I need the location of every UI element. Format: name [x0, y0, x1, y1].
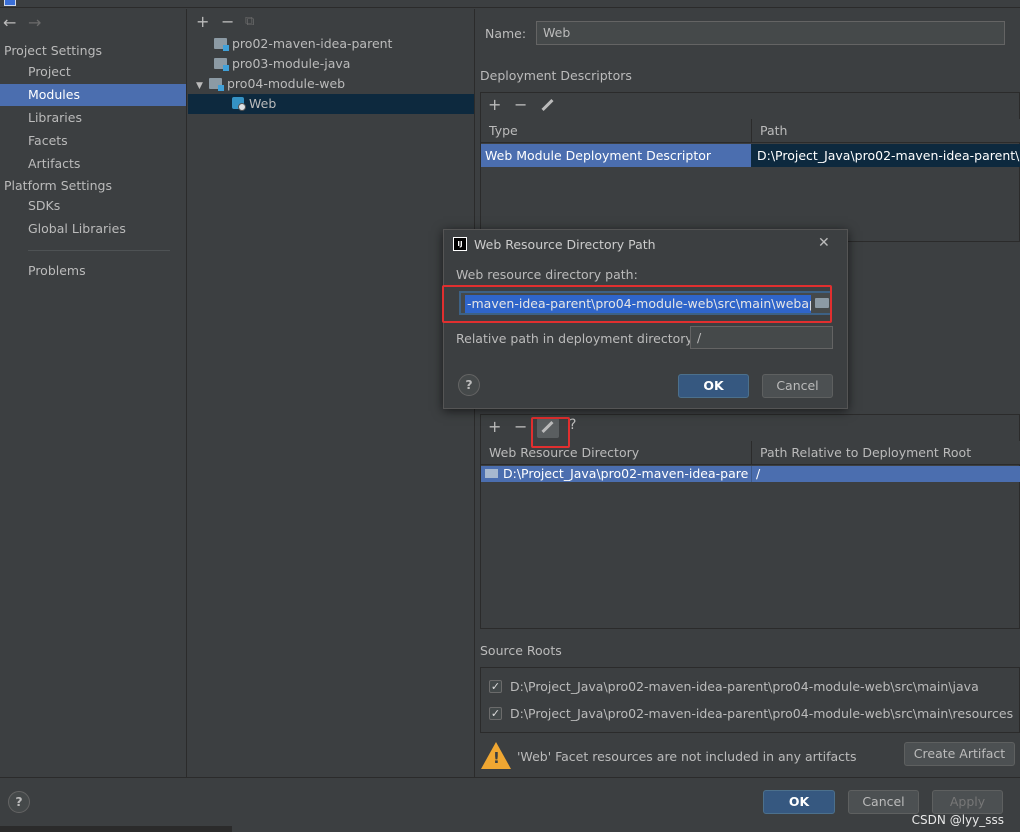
sidebar-item-global-libraries[interactable]: Global Libraries	[0, 218, 186, 240]
forward-arrow-icon[interactable]: →	[28, 13, 41, 32]
web-resource-path-cell: /	[751, 466, 1020, 482]
folder-icon	[485, 469, 498, 478]
dialog-ok-button[interactable]: OK	[678, 374, 749, 398]
web-facet-icon	[232, 97, 246, 111]
name-field[interactable]: Web	[536, 21, 1005, 45]
tree-item-pro03[interactable]: pro03-module-java	[188, 54, 474, 74]
source-root-checkbox[interactable]: ✓	[489, 680, 502, 693]
warning-icon	[481, 742, 511, 769]
column-header-relative-path[interactable]: Path Relative to Deployment Root	[751, 441, 1020, 465]
tree-item-pro04[interactable]: ▼ pro04-module-web	[188, 74, 474, 94]
sidebar-item-libraries[interactable]: Libraries	[0, 107, 186, 129]
sidebar-item-sdks[interactable]: SDKs	[0, 195, 186, 217]
tree-item-label: Web	[249, 96, 277, 111]
sidebar-item-project[interactable]: Project	[0, 61, 186, 83]
relative-path-field[interactable]: /	[690, 326, 833, 349]
add-module-button[interactable]: +	[196, 12, 209, 31]
sidebar-item-facets[interactable]: Facets	[0, 130, 186, 152]
sidebar-divider	[28, 250, 170, 251]
create-artifact-button[interactable]: Create Artifact	[904, 742, 1015, 766]
module-folder-icon	[214, 38, 229, 51]
name-label: Name:	[485, 26, 527, 41]
chevron-down-icon[interactable]: ▼	[196, 76, 209, 96]
intellij-icon: IJ	[453, 237, 467, 251]
table-row[interactable]: D:\Project_Java\pro02-maven-idea-pare...…	[481, 466, 1020, 482]
column-header-web-resource-directory[interactable]: Web Resource Directory	[481, 441, 751, 465]
module-folder-icon	[209, 78, 224, 91]
project-settings-header: Project Settings	[4, 43, 103, 58]
descriptor-grid: Type Path Web Module Deployment Descript…	[481, 119, 1020, 243]
platform-settings-header: Platform Settings	[4, 178, 112, 193]
settings-bottom-bar: ? OK Cancel Apply	[0, 777, 1020, 832]
descriptor-type-cell: Web Module Deployment Descriptor	[485, 148, 712, 163]
add-descriptor-button[interactable]: +	[488, 95, 501, 114]
tree-item-web-facet[interactable]: Web	[188, 94, 474, 114]
add-web-resource-button[interactable]: +	[488, 417, 501, 436]
deployment-descriptors-table: + − Type Path Web Module Deployment Desc…	[480, 92, 1020, 242]
status-strip	[0, 826, 232, 832]
close-icon[interactable]: ✕	[818, 235, 830, 251]
source-roots-label: Source Roots	[480, 643, 562, 658]
tree-item-label: pro03-module-java	[232, 56, 351, 71]
help-icon[interactable]: ?	[569, 417, 576, 433]
source-root-resources: D:\Project_Java\pro02-maven-idea-parent\…	[510, 706, 1014, 721]
relative-path-label: Relative path in deployment directory:	[456, 331, 697, 346]
dialog-help-button[interactable]: ?	[458, 374, 480, 396]
source-root-java: D:\Project_Java\pro02-maven-idea-parent\…	[510, 679, 979, 694]
module-tree-panel: + − ⧉ pro02-maven-idea-parent pro03-modu…	[188, 9, 475, 777]
pencil-icon	[541, 99, 554, 112]
settings-help-button[interactable]: ?	[8, 791, 30, 813]
table-row[interactable]: Web Module Deployment Descriptor D:\Proj…	[481, 144, 1020, 167]
web-resource-path-label: Web resource directory path:	[456, 267, 638, 282]
settings-apply-button[interactable]: Apply	[932, 790, 1003, 814]
column-header-path[interactable]: Path	[751, 119, 1020, 143]
copy-module-button[interactable]: ⧉	[245, 14, 254, 29]
dialog-cancel-button[interactable]: Cancel	[762, 374, 833, 398]
window-top-strip	[0, 0, 1020, 8]
sidebar-item-problems[interactable]: Problems	[0, 260, 186, 282]
dialog-title: Web Resource Directory Path	[474, 237, 656, 252]
source-roots-list: ✓ D:\Project_Java\pro02-maven-idea-paren…	[480, 667, 1020, 733]
back-arrow-icon[interactable]: ←	[3, 13, 16, 32]
app-icon	[4, 0, 16, 6]
column-header-type[interactable]: Type	[481, 119, 751, 143]
remove-web-resource-button[interactable]: −	[514, 417, 527, 436]
source-root-checkbox[interactable]: ✓	[489, 707, 502, 720]
remove-module-button[interactable]: −	[221, 12, 234, 31]
sidebar-item-artifacts[interactable]: Artifacts	[0, 153, 186, 175]
tree-item-label: pro04-module-web	[227, 76, 346, 91]
descriptor-path-cell: D:\Project_Java\pro02-maven-idea-parent\…	[751, 144, 1020, 167]
edit-descriptor-button[interactable]	[541, 99, 554, 115]
module-folder-icon	[214, 58, 229, 71]
sidebar-item-modules[interactable]: Modules	[0, 84, 186, 106]
tree-item-pro02[interactable]: pro02-maven-idea-parent	[188, 34, 474, 54]
remove-descriptor-button[interactable]: −	[514, 95, 527, 114]
web-resource-dir-text: D:\Project_Java\pro02-maven-idea-pare...	[503, 466, 749, 481]
highlight-edit-button	[531, 417, 570, 448]
settings-ok-button[interactable]: OK	[763, 790, 835, 814]
deployment-descriptors-label: Deployment Descriptors	[480, 68, 632, 83]
warning-text: 'Web' Facet resources are not included i…	[517, 749, 857, 764]
settings-cancel-button[interactable]: Cancel	[848, 790, 919, 814]
watermark-text: CSDN @lyy_sss	[911, 813, 1004, 827]
tree-item-label: pro02-maven-idea-parent	[232, 36, 393, 51]
web-resource-grid: Web Resource Directory Path Relative to …	[481, 441, 1020, 630]
highlight-path-field	[442, 285, 832, 323]
web-resource-dir-cell: D:\Project_Java\pro02-maven-idea-pare...	[481, 466, 749, 482]
web-resource-path-dialog: IJ Web Resource Directory Path ✕ Web res…	[442, 229, 848, 409]
settings-sidebar: ← → Project Settings Project Modules Lib…	[0, 9, 187, 777]
